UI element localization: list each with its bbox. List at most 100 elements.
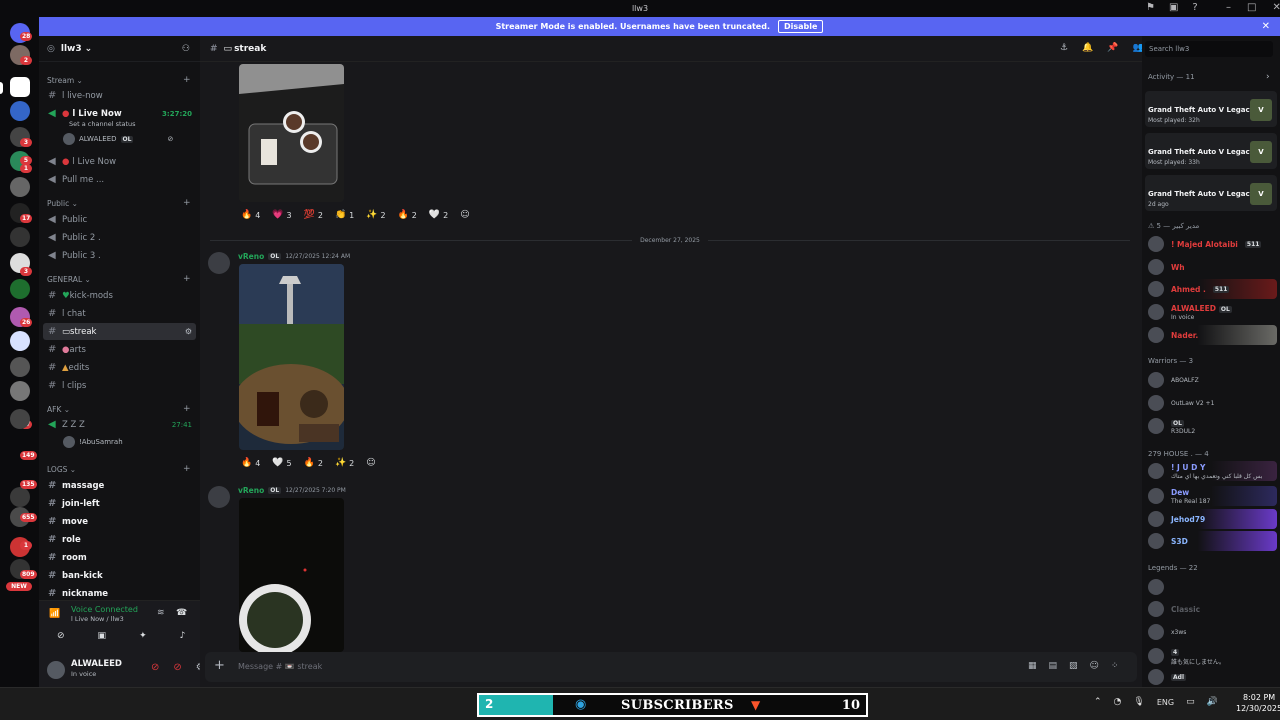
headset-muted-icon[interactable]: ⊘	[173, 662, 181, 673]
reaction[interactable]: ✨ 2	[363, 207, 388, 223]
add-reaction-icon[interactable]: ☺	[363, 455, 378, 471]
apps-icon[interactable]: ⁘	[1111, 661, 1119, 671]
guild-icon[interactable]	[10, 381, 30, 401]
guild-icon[interactable]	[10, 177, 30, 197]
disable-streamer-button[interactable]: Disable	[777, 20, 824, 33]
guild-icon[interactable]	[10, 331, 30, 351]
guild-icon[interactable]	[10, 409, 30, 429]
reaction[interactable]: 🔥 4	[238, 207, 263, 223]
voice-user[interactable]: ALWALEED OL ⊘	[63, 133, 173, 145]
guild-icon-selected[interactable]	[10, 77, 30, 97]
member-item[interactable]: OL R3DUL2	[1145, 416, 1277, 436]
add-channel-icon[interactable]: +	[183, 198, 191, 208]
sticker-icon[interactable]: ▧	[1069, 661, 1078, 671]
member-item[interactable]: S3D	[1145, 531, 1277, 551]
member-item[interactable]: Adl	[1145, 667, 1277, 687]
channel-streak[interactable]: # ▭ streak ⚙	[43, 323, 196, 340]
channel-room[interactable]: # room	[43, 549, 196, 566]
category-stream[interactable]: Stream ⌄ +	[47, 75, 191, 85]
guild-icon[interactable]	[10, 227, 30, 247]
category-general[interactable]: GENERAL ⌄ +	[47, 274, 191, 284]
reaction[interactable]: 🔥 4	[238, 455, 263, 471]
voice-channel-live-now-2[interactable]: ◀ ● l Live Now	[43, 153, 196, 170]
channel-chat[interactable]: # l chat	[43, 305, 196, 322]
mic-muted-icon[interactable]: ⊘	[151, 662, 159, 673]
channel-arts[interactable]: # ● arts	[43, 341, 196, 358]
reaction[interactable]: 🔥 2	[395, 207, 420, 223]
settings-gear-icon[interactable]: ⚙	[185, 327, 192, 336]
add-channel-icon[interactable]: +	[183, 464, 191, 474]
help-icon[interactable]: ?	[1192, 2, 1197, 13]
member-item[interactable]: ! Majed Alotaibi 511	[1145, 234, 1277, 254]
message-image[interactable]	[239, 498, 344, 652]
attach-plus-icon[interactable]: +	[214, 658, 225, 673]
activities-icon[interactable]: ✦	[139, 631, 147, 641]
member-item[interactable]: Jehod79	[1145, 509, 1277, 529]
reaction[interactable]: 🔥 2	[301, 455, 326, 471]
minimize-icon[interactable]: –	[1226, 2, 1231, 13]
chevron-up-icon[interactable]: ⌃	[1094, 697, 1102, 707]
channel-edits[interactable]: # ▲ edits	[43, 359, 196, 376]
search-input[interactable]: Search llw3	[1145, 41, 1273, 57]
pin-icon[interactable]: 📌	[1107, 43, 1118, 53]
member-item[interactable]: ALWALEED OL In voice	[1145, 302, 1277, 322]
bell-icon[interactable]: 🔔	[1082, 43, 1093, 53]
emoji-icon[interactable]: ☺	[1090, 661, 1099, 671]
member-item[interactable]: Ahmed . 511	[1145, 279, 1277, 299]
channel-status[interactable]: Set a channel status	[69, 120, 136, 128]
gif-icon[interactable]: ▤	[1049, 661, 1058, 671]
inbox-icon[interactable]: ⚑	[1146, 2, 1155, 13]
voice-channel-public[interactable]: ◀ Public	[43, 211, 196, 228]
add-channel-icon[interactable]: +	[183, 404, 191, 414]
edge-icon[interactable]: ◉	[575, 697, 586, 712]
category-logs[interactable]: LOGS ⌄ +	[47, 464, 191, 474]
activity-card[interactable]: Grand Theft Auto V Legacy Most played: 3…	[1145, 133, 1277, 169]
reaction[interactable]: ✨ 2	[332, 455, 357, 471]
voice-user[interactable]: !AbuSamrah	[63, 436, 123, 448]
gift-icon[interactable]: ▦	[1028, 661, 1037, 671]
guild-icon[interactable]	[10, 487, 30, 507]
member-item[interactable]: ! J U D Y بس كل قلبا كني وتعمدي بها اي مت…	[1145, 461, 1277, 481]
member-item[interactable]: Dew The Real 187	[1145, 486, 1277, 506]
activity-card[interactable]: Grand Theft Auto V Legacy Most played: 3…	[1145, 91, 1277, 127]
message-image[interactable]	[239, 64, 344, 202]
voice-channel-pull-me[interactable]: ◀ Pull me ...	[43, 171, 196, 188]
brave-icon[interactable]: ▼	[751, 698, 760, 712]
member-item[interactable]: 4 誰も気にしません。	[1145, 646, 1277, 666]
member-item[interactable]: x3ws	[1145, 622, 1277, 642]
chevron-right-icon[interactable]: ›	[1266, 72, 1270, 82]
channel-clips[interactable]: # l clips	[43, 377, 196, 394]
reaction[interactable]: 💗 3	[269, 207, 294, 223]
close-window-icon[interactable]: ✕	[1272, 2, 1280, 13]
member-item[interactable]: Wh	[1145, 257, 1277, 277]
author-avatar[interactable]	[208, 486, 230, 508]
author-name[interactable]: vReno	[238, 486, 264, 495]
microphone-icon[interactable]: 🎙	[1133, 697, 1144, 707]
soundboard-icon[interactable]: ♪	[180, 631, 186, 641]
maximize-icon[interactable]: □	[1247, 2, 1256, 13]
taskbar-clock[interactable]: 8:02 PM 12/30/2025	[1236, 692, 1280, 714]
message-input[interactable]: Message # 📼 streak	[238, 662, 322, 671]
channel-live-now[interactable]: # l live-now	[43, 87, 196, 104]
activity-card[interactable]: Grand Theft Auto V Legacy 2d ago V	[1145, 175, 1277, 211]
threads-icon[interactable]: ⚓	[1060, 43, 1068, 53]
volume-icon[interactable]: 🔊	[1207, 697, 1218, 707]
screen-share-icon[interactable]: ▣	[98, 631, 107, 641]
network-icon[interactable]: ◔	[1114, 697, 1122, 707]
reaction[interactable]: 🤍 5	[269, 455, 294, 471]
channel-ban-kick[interactable]: # ban-kick	[43, 567, 196, 584]
guild-icon[interactable]	[10, 357, 30, 377]
voice-channel-zzz[interactable]: ◀ Z Z Z 27:41	[43, 416, 196, 433]
channel-role[interactable]: # role	[43, 531, 196, 548]
category-public[interactable]: Public ⌄ +	[47, 198, 191, 208]
user-name[interactable]: ALWALEED	[71, 659, 122, 669]
add-channel-icon[interactable]: +	[183, 274, 191, 284]
voice-status[interactable]: Voice Connected	[71, 605, 138, 614]
channel-move[interactable]: # move	[43, 513, 196, 530]
channel-massage[interactable]: # massage	[43, 477, 196, 494]
member-item[interactable]: ABOALFZ	[1145, 370, 1277, 390]
member-item[interactable]: Nader.	[1145, 325, 1277, 345]
voice-channel-public-2[interactable]: ◀ Public 2 .	[43, 229, 196, 246]
channel-join-left[interactable]: # join-left	[43, 495, 196, 512]
member-item[interactable]: Classic	[1145, 599, 1277, 619]
